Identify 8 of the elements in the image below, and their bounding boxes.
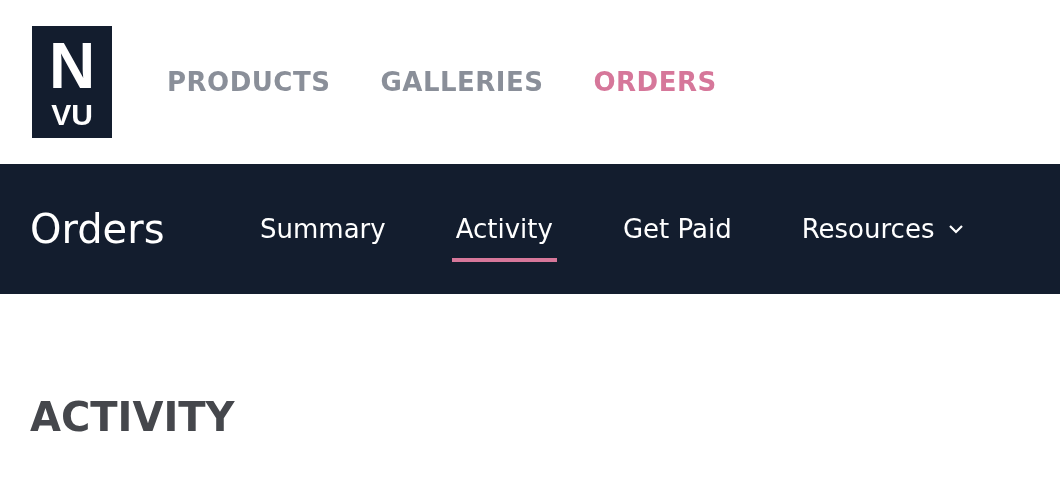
- chevron-down-icon: [948, 224, 965, 234]
- section-tab[interactable]: Summary: [256, 200, 390, 262]
- section-title: Orders: [30, 206, 166, 252]
- dropdown-tab[interactable]: Resources: [797, 200, 969, 262]
- logo[interactable]: N VU: [32, 26, 112, 138]
- section-tab[interactable]: Get Paid: [618, 200, 736, 262]
- page-heading: ACTIVITY: [30, 394, 236, 440]
- section-tab[interactable]: Activity: [451, 200, 557, 262]
